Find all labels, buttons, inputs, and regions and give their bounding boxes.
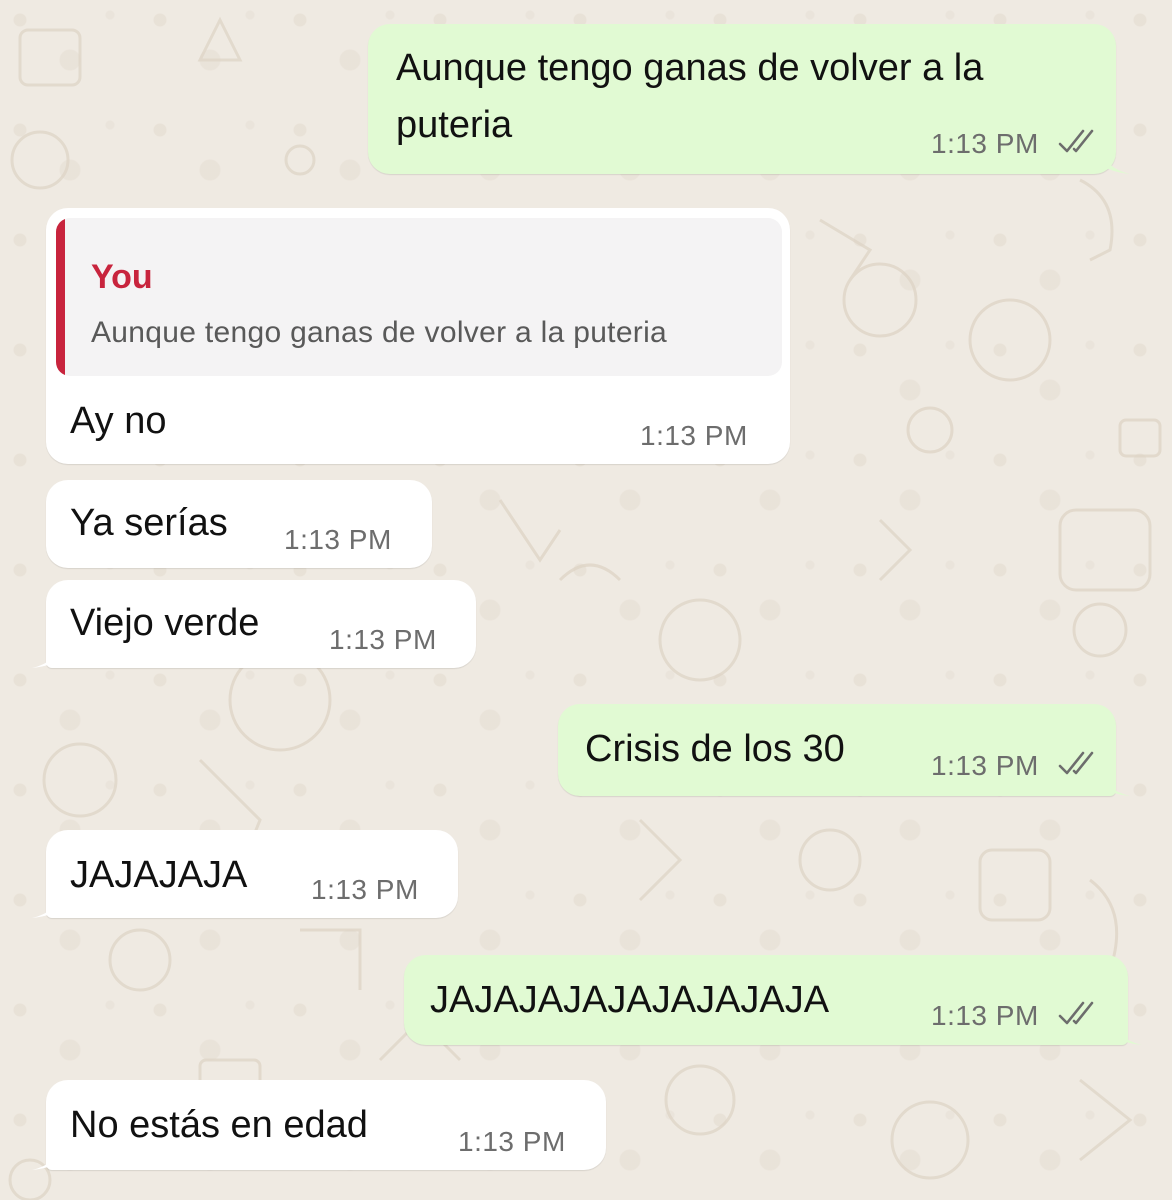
message-bubble-incoming[interactable]: No estás en edad 1:13 PM	[32, 1080, 606, 1170]
quote-accent-bar	[56, 218, 65, 376]
message-time: 1:13 PM	[284, 524, 392, 555]
message-bubble-incoming[interactable]: Viejo verde 1:13 PM	[32, 580, 476, 668]
message-text: Crisis de los 30	[585, 728, 845, 770]
message-time: 1:13 PM	[931, 128, 1039, 159]
double-check-icon	[1058, 129, 1094, 153]
bubble-tail	[32, 640, 62, 668]
message-text: No estás en edad	[70, 1104, 368, 1146]
message-bubble-outgoing[interactable]: Crisis de los 30 1:13 PM	[558, 704, 1130, 796]
message-text: Ya serías	[70, 502, 228, 544]
bubble-tail	[1100, 768, 1130, 796]
message-text: Ay no	[70, 400, 167, 442]
quote-author: You	[91, 258, 153, 296]
message-text: JAJAJAJA	[70, 854, 248, 896]
message-bubble-incoming[interactable]: You Aunque tengo ganas de volver a la pu…	[46, 208, 790, 464]
message-time: 1:13 PM	[329, 624, 437, 655]
message-time: 1:13 PM	[931, 750, 1039, 781]
bubble-tail	[32, 1142, 62, 1170]
message-bubble-incoming[interactable]: Ya serías 1:13 PM	[46, 480, 432, 568]
quote-text: Aunque tengo ganas de volver a la puteri…	[91, 316, 668, 349]
bubble-tail	[1112, 1017, 1142, 1045]
message-bubble-outgoing[interactable]: Aunque tengo ganas de volver a la puteri…	[368, 24, 1130, 174]
message-time: 1:13 PM	[931, 1000, 1039, 1031]
message-bubble-incoming[interactable]: JAJAJAJA 1:13 PM	[32, 830, 458, 918]
message-time: 1:13 PM	[311, 874, 419, 905]
bubble-tail	[1100, 146, 1130, 174]
message-text: JAJAJAJAJAJAJAJAJA	[430, 979, 830, 1021]
message-text: Viejo verde	[70, 602, 260, 644]
bubble-tail	[32, 890, 62, 918]
message-bubble-outgoing[interactable]: JAJAJAJAJAJAJAJAJA 1:13 PM	[404, 955, 1142, 1045]
double-check-icon	[1058, 751, 1094, 775]
message-time: 1:13 PM	[458, 1126, 566, 1157]
quoted-reply[interactable]: You Aunque tengo ganas de volver a la pu…	[56, 218, 782, 376]
message-time: 1:13 PM	[640, 420, 748, 451]
double-check-icon	[1058, 1001, 1094, 1025]
